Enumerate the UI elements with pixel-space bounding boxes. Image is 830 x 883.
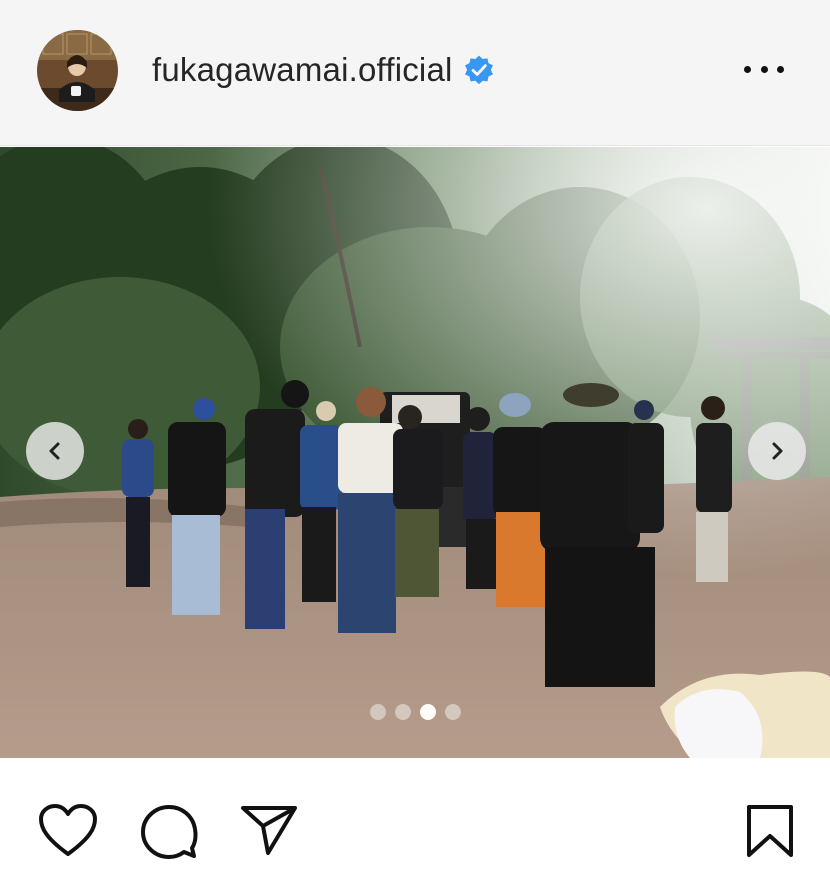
heart-icon [39, 804, 97, 856]
carousel-dot [445, 704, 461, 720]
carousel-dot [370, 704, 386, 720]
verified-badge-icon [464, 55, 493, 85]
carousel-dot-active [420, 704, 436, 720]
post-image[interactable] [0, 147, 830, 758]
share-button[interactable] [240, 804, 298, 861]
post-header: fukagawamai.official [0, 0, 830, 146]
username[interactable]: fukagawamai.official [152, 51, 453, 89]
avatar[interactable] [37, 30, 118, 111]
carousel-dot [395, 704, 411, 720]
more-options-button[interactable] [738, 54, 790, 84]
send-icon [241, 806, 297, 855]
next-slide-button[interactable] [748, 422, 806, 480]
comment-icon [141, 805, 198, 859]
more-horizontal-icon [744, 65, 751, 73]
chevron-right-icon [772, 442, 783, 460]
save-button[interactable] [745, 804, 795, 863]
post-action-bar [0, 758, 830, 883]
previous-slide-button[interactable] [26, 422, 84, 480]
carousel-indicator [370, 704, 461, 720]
like-button[interactable] [38, 804, 98, 863]
chevron-left-icon [49, 442, 60, 460]
bookmark-icon [747, 805, 793, 857]
username-row: fukagawamai.official [152, 50, 495, 90]
comment-button[interactable] [140, 804, 198, 865]
outdoor-film-crew-photo [0, 147, 830, 758]
